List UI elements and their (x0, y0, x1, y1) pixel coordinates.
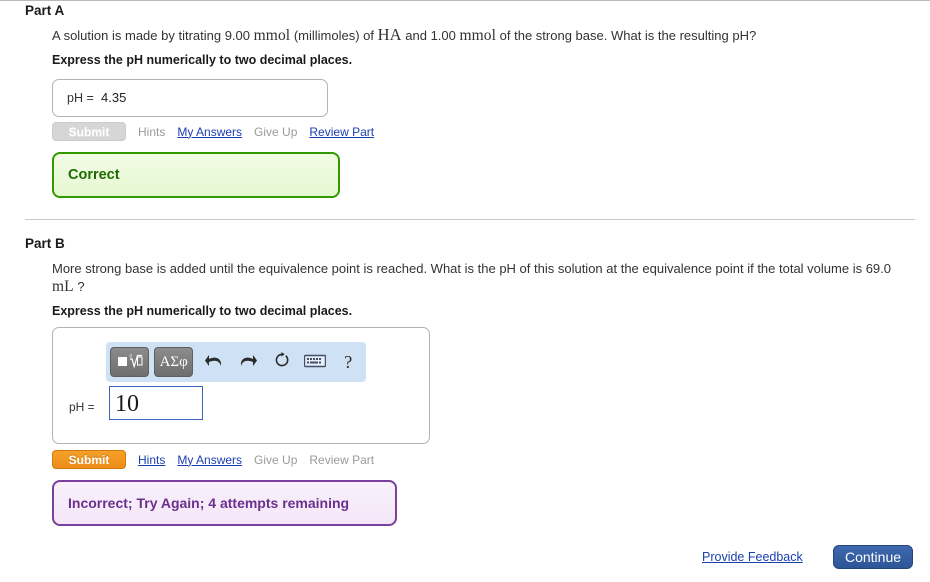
question-seg: ? (73, 279, 85, 294)
part-b-hints-link[interactable]: Hints (138, 453, 165, 467)
help-button[interactable]: ? (332, 347, 364, 377)
part-a-hints-link[interactable]: Hints (138, 125, 165, 139)
part-a-question: A solution is made by titrating 9.00 mmo… (52, 26, 892, 45)
part-b-answer-value: 10 (115, 391, 139, 417)
template-palette-button[interactable]: 0 (110, 347, 150, 377)
continue-button[interactable]: Continue (833, 545, 913, 569)
part-a-answer-box[interactable]: pH = 4.35 (52, 79, 328, 117)
redo-arrow-icon (239, 353, 257, 372)
part-b-heading: Part B (25, 236, 65, 251)
question-seg: (millimoles) of (290, 28, 378, 43)
part-b-give-up-link[interactable]: Give Up (254, 453, 297, 467)
part-b-ph-label: pH = (69, 400, 95, 414)
part-a-ph-label: pH = (67, 91, 94, 105)
part-a-instruction: Express the pH numerically to two decima… (52, 53, 353, 67)
question-seg: of the strong base. What is the resultin… (496, 28, 757, 43)
part-a-feedback-correct: Correct (52, 152, 340, 198)
math-toolbar: 0 ΑΣφ ? (106, 342, 366, 382)
reset-button[interactable] (265, 347, 297, 377)
part-b-answer-input[interactable]: 10 (109, 386, 203, 420)
part-a-review-part-link[interactable]: Review Part (309, 125, 374, 139)
question-seg: A solution is made by titrating 9.00 (52, 28, 254, 43)
part-b-my-answers-link[interactable]: My Answers (177, 453, 242, 467)
part-b-review-part-link[interactable]: Review Part (309, 453, 374, 467)
refresh-circular-arrow-icon (273, 352, 290, 372)
part-divider (25, 219, 915, 220)
question-seg-math: mL (52, 278, 74, 295)
provide-feedback-link[interactable]: Provide Feedback (702, 550, 803, 564)
part-b-question: More strong base is added until the equi… (52, 260, 907, 296)
square-nth-root-icon: 0 (117, 352, 143, 373)
greek-letters-icon: ΑΣφ (159, 353, 188, 370)
greek-symbols-button[interactable]: ΑΣφ (154, 347, 194, 377)
question-seg: and 1.00 (401, 28, 460, 43)
part-a-answer-value: 4.35 (101, 90, 127, 105)
question-seg-math: mmol (459, 27, 497, 44)
part-a-button-row: Submit Hints My Answers Give Up Review Part (52, 122, 374, 141)
part-b-instruction: Express the pH numerically to two decima… (52, 304, 353, 318)
part-b-answer-box: 0 ΑΣφ ? pH = 10 (52, 327, 430, 444)
assignment-page: Part A A solution is made by titrating 9… (0, 0, 930, 582)
part-a-submit-button[interactable]: Submit (52, 122, 126, 141)
question-seg-math: mmol (253, 27, 291, 44)
redo-button[interactable] (232, 347, 264, 377)
undo-arrow-icon (205, 353, 223, 372)
top-divider (0, 0, 930, 1)
part-b-button-row: Submit Hints My Answers Give Up Review Part (52, 450, 374, 469)
part-b-submit-button[interactable]: Submit (52, 450, 126, 469)
question-seg: More strong base is added until the equi… (52, 261, 892, 276)
keyboard-button[interactable] (299, 347, 331, 377)
part-b-feedback-incorrect: Incorrect; Try Again; 4 attempts remaini… (52, 480, 397, 526)
question-seg-math: HA (377, 25, 402, 44)
part-a-my-answers-link[interactable]: My Answers (177, 125, 242, 139)
part-a-heading: Part A (25, 3, 65, 18)
keyboard-icon (303, 354, 326, 371)
part-a-give-up-link[interactable]: Give Up (254, 125, 297, 139)
undo-button[interactable] (198, 347, 230, 377)
